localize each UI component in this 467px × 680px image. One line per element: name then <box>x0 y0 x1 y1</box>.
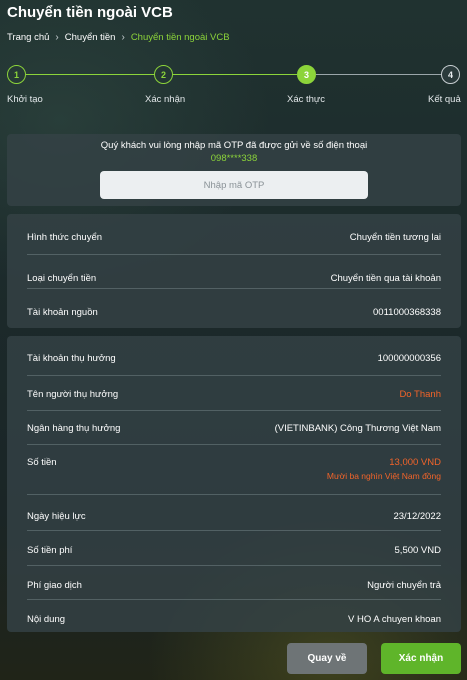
info-row: Nội dung V HO A chuyen khoan <box>27 600 441 630</box>
content-value: V HO A chuyen khoan <box>348 614 441 625</box>
otp-input[interactable] <box>100 171 368 199</box>
back-button[interactable]: Quay về <box>287 643 367 674</box>
otp-phone-number: 098****338 <box>210 153 258 164</box>
info-row: Số tiền 13,000 VND Mười ba nghìn Việt Na… <box>27 445 441 495</box>
info-row: Tài khoản thụ hưởng 100000000356 <box>27 336 441 376</box>
beneficiary-info-card: Tài khoản thụ hưởng 100000000356 Tên ngư… <box>7 336 461 632</box>
amount-label: Số tiền <box>27 457 57 468</box>
info-row: Ngân hàng thụ hưởng (VIETINBANK) Công Th… <box>27 411 441 445</box>
source-account-value: 0011000368338 <box>373 307 441 318</box>
info-row: Phí giao dịch Người chuyển trả <box>27 566 441 600</box>
info-row: Tên người thụ hưởng Do Thanh <box>27 376 441 411</box>
beneficiary-name-value: Do Thanh <box>399 389 441 400</box>
step-2-label: Xác nhận <box>145 94 186 105</box>
otp-message: Quý khách vui lòng nhập mã OTP đã được g… <box>100 140 368 151</box>
step-connector <box>173 74 297 75</box>
effective-date-label: Ngày hiệu lực <box>27 511 86 522</box>
info-row: Hình thức chuyển Chuyển tiền tương lai <box>27 214 441 255</box>
info-row: Loại chuyển tiền Chuyển tiền qua tài kho… <box>27 255 441 289</box>
page-title: Chuyển tiền ngoài VCB <box>7 4 173 21</box>
progress-stepper: 1 2 3 4 Khởi tạo Xác nhận Xác thực Kết q… <box>0 64 467 109</box>
breadcrumb-home[interactable]: Trang chủ <box>7 32 49 43</box>
effective-date-value: 23/12/2022 <box>393 511 441 522</box>
source-account-label: Tài khoản nguồn <box>27 307 98 318</box>
step-4-circle: 4 <box>441 65 460 84</box>
beneficiary-bank-label: Ngân hàng thụ hưởng <box>27 423 121 434</box>
info-row: Ngày hiệu lực 23/12/2022 <box>27 495 441 531</box>
transfer-type-value: Chuyển tiền qua tài khoản <box>330 273 441 284</box>
breadcrumb: Trang chủ › Chuyển tiền › Chuyển tiền ng… <box>7 32 230 43</box>
confirm-button[interactable]: Xác nhận <box>381 643 461 674</box>
step-4-label: Kết quả <box>428 94 461 105</box>
chevron-right-icon: › <box>121 32 125 43</box>
step-1-label: Khởi tạo <box>7 94 43 105</box>
fee-payer-value: Người chuyển trả <box>367 580 441 591</box>
beneficiary-account-value: 100000000356 <box>377 353 441 364</box>
transfer-type-label: Loại chuyển tiền <box>27 273 97 284</box>
chevron-right-icon: › <box>55 32 59 43</box>
step-1-circle: 1 <box>7 65 26 84</box>
otp-card: Quý khách vui lòng nhập mã OTP đã được g… <box>7 134 461 206</box>
info-row: Tài khoản nguồn 0011000368338 <box>27 289 441 323</box>
breadcrumb-transfer[interactable]: Chuyển tiền <box>65 32 116 43</box>
amount-value: 13,000 VND <box>389 457 441 468</box>
beneficiary-account-label: Tài khoản thụ hưởng <box>27 353 116 364</box>
step-3-label: Xác thực <box>287 94 326 105</box>
transfer-info-card: Hình thức chuyển Chuyển tiền tương lai L… <box>7 214 461 328</box>
transfer-method-value: Chuyển tiền tương lai <box>349 232 441 243</box>
info-row: Số tiền phí 5,500 VND <box>27 531 441 566</box>
transfer-method-label: Hình thức chuyển <box>27 232 103 243</box>
beneficiary-bank-value: (VIETINBANK) Công Thương Việt Nam <box>274 423 441 434</box>
step-2-circle: 2 <box>154 65 173 84</box>
breadcrumb-current: Chuyển tiền ngoài VCB <box>130 32 230 43</box>
content-label: Nội dung <box>27 614 66 625</box>
fee-amount-value: 5,500 VND <box>394 545 441 556</box>
amount-in-words: Mười ba nghìn Việt Nam đồng <box>326 471 441 481</box>
step-3-circle: 3 <box>297 65 316 84</box>
amount-values: 13,000 VND Mười ba nghìn Việt Nam đồng <box>327 457 441 481</box>
step-connector <box>316 74 441 75</box>
fee-amount-label: Số tiền phí <box>27 545 73 556</box>
beneficiary-name-label: Tên người thụ hưởng <box>27 389 119 400</box>
fee-payer-label: Phí giao dịch <box>27 580 82 591</box>
step-connector <box>26 74 154 75</box>
